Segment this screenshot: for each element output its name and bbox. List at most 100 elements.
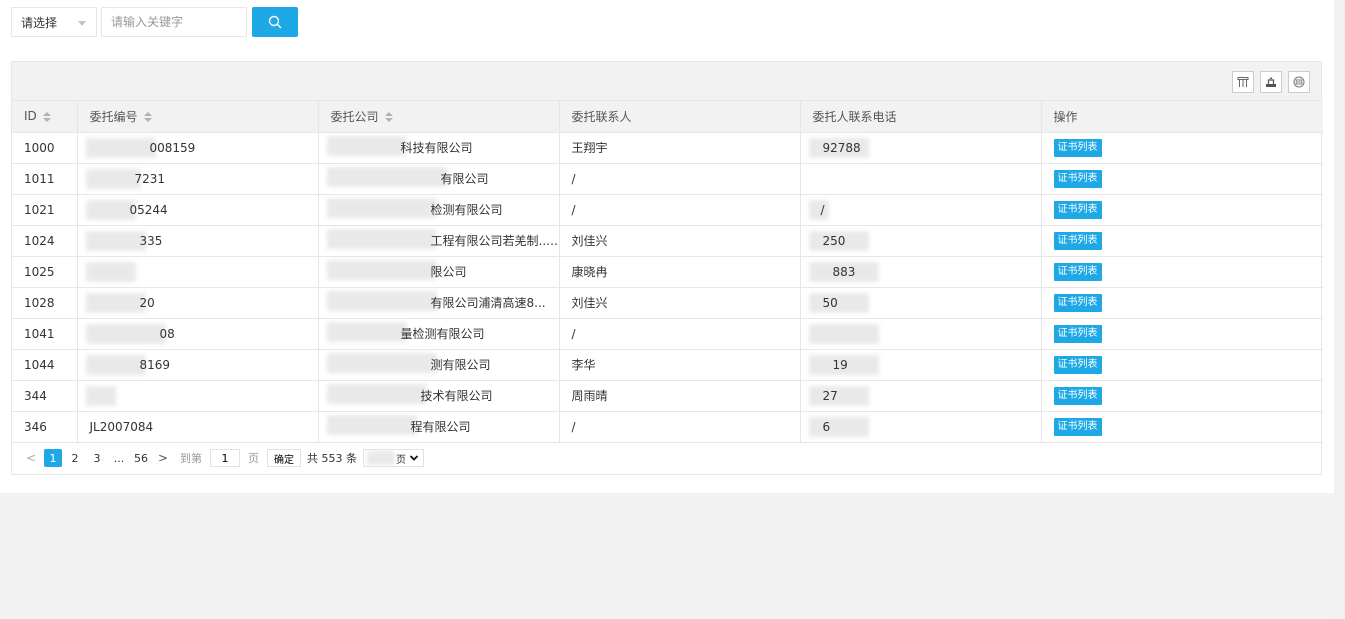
search-icon xyxy=(268,15,282,29)
cell-id-text: 1028 xyxy=(24,295,55,310)
prev-page-button[interactable]: < xyxy=(22,449,40,467)
cert-list-button[interactable]: 证书列表 xyxy=(1053,200,1102,219)
cell-code-text: 05244 xyxy=(129,202,168,217)
cell-id-content: 1025 xyxy=(24,265,55,279)
cert-list-button[interactable]: 证书列表 xyxy=(1053,417,1102,436)
cell-phone-content: 19 xyxy=(808,354,879,375)
cell-action: 证书列表 xyxy=(1041,132,1323,164)
cell-company-text: 有限公司浦清高速8... xyxy=(430,296,546,310)
cert-list-button[interactable]: 证书列表 xyxy=(1053,293,1102,312)
data-table: ID 委托编号 委托公司 委托联系人 委托人联系电话 操作 1000 008159… xyxy=(12,101,1323,443)
cell-id: 1024 xyxy=(12,225,78,257)
column-header-code[interactable]: 委托编号 xyxy=(77,101,319,133)
sort-icon[interactable] xyxy=(143,112,152,123)
cell-phone-text: 50 xyxy=(822,295,838,310)
scrollbar-track[interactable] xyxy=(1334,0,1345,619)
cell-action: 证书列表 xyxy=(1041,380,1323,412)
table-row: 1041 08 量检测有限公司 / 证书列表 xyxy=(12,318,1323,350)
cell-company-text: 程有限公司 xyxy=(410,420,471,434)
cell-contact-text: / xyxy=(571,326,576,341)
table-row: 1021 05244 检测有限公司 / / 证书列表 xyxy=(12,194,1323,226)
cell-contact-text: 李华 xyxy=(571,358,596,372)
next-page-button[interactable]: > xyxy=(154,449,172,467)
cell-id: 1000 xyxy=(12,132,78,164)
cell-contact: 刘佳兴 xyxy=(559,225,801,257)
columns-filter-button[interactable] xyxy=(1232,71,1254,93)
table-row: 1024 335 工程有限公司若羌制... 刘佳兴 250 证书列表 xyxy=(12,225,1323,257)
search-bar: 请选择 xyxy=(11,7,298,37)
cell-code: 08 xyxy=(77,318,319,350)
cell-contact-text: 康晓冉 xyxy=(571,265,608,279)
cert-list-button[interactable]: 证书列表 xyxy=(1053,355,1102,374)
field-select[interactable]: 请选择 xyxy=(11,7,97,37)
cell-contact-content: 王翔宇 xyxy=(572,139,608,156)
cell-code-content: 08 xyxy=(85,323,175,344)
export-button[interactable] xyxy=(1260,71,1282,93)
cell-contact: 康晓冉 xyxy=(559,256,801,288)
cert-list-button[interactable]: 证书列表 xyxy=(1053,138,1102,157)
page-3-button[interactable]: 3 xyxy=(88,449,106,467)
cell-phone-text: 883 xyxy=(832,264,856,279)
cell-action: 证书列表 xyxy=(1041,349,1323,381)
goto-confirm-button[interactable]: 确定 xyxy=(267,449,301,467)
print-button[interactable] xyxy=(1288,71,1310,93)
cert-list-button[interactable]: 证书列表 xyxy=(1053,324,1102,343)
caret-down-icon xyxy=(78,21,86,26)
page-ellipsis: ... xyxy=(113,451,125,465)
cell-id: 1041 xyxy=(12,318,78,350)
cell-contact: 李华 xyxy=(559,349,801,381)
total-count: 共 553 条 xyxy=(307,452,357,465)
cell-company-text: 检测有限公司 xyxy=(430,203,503,217)
cell-id-text: 1024 xyxy=(24,233,55,248)
keyword-input[interactable] xyxy=(101,7,247,37)
cell-company: 有限公司浦清高速8... xyxy=(318,287,560,319)
cell-phone: 19 xyxy=(800,349,1042,381)
cell-company-content: 限公司 xyxy=(326,260,467,280)
page-1-button[interactable]: 1 xyxy=(44,449,62,467)
per-page-select[interactable]: 页 xyxy=(363,449,424,467)
cell-code: 05244 xyxy=(77,194,319,226)
cell-contact: 王翔宇 xyxy=(559,132,801,164)
cell-code-text: 08 xyxy=(159,326,175,341)
page-56-button[interactable]: 56 xyxy=(132,449,150,467)
cell-phone-content: / xyxy=(808,199,829,220)
cell-phone xyxy=(800,318,1042,350)
cell-contact: 周雨晴 xyxy=(559,380,801,412)
data-table-container: ID 委托编号 委托公司 委托联系人 委托人联系电话 操作 1000 008159… xyxy=(11,61,1323,475)
cell-code-content: 05244 xyxy=(85,199,168,220)
cell-id-text: 1044 xyxy=(24,357,55,372)
goto-page-input[interactable] xyxy=(210,449,240,467)
cell-phone-text: 92788 xyxy=(822,140,861,155)
cell-id-content: 1000 xyxy=(24,141,55,155)
cell-action: 证书列表 xyxy=(1041,225,1323,257)
sort-icon[interactable] xyxy=(42,111,51,122)
cell-code-content: 20 xyxy=(85,292,155,313)
cell-id-text: 1041 xyxy=(24,326,55,341)
cell-company: 科技有限公司 xyxy=(318,132,560,164)
cert-list-button[interactable]: 证书列表 xyxy=(1053,231,1102,250)
cell-code-text: 8169 xyxy=(139,357,171,372)
table-row: 1011 7231 有限公司 / 证书列表 xyxy=(12,163,1323,195)
field-select-value: 请选择 xyxy=(21,15,58,30)
cell-id-content: 1044 xyxy=(24,358,55,372)
cert-list-button[interactable]: 证书列表 xyxy=(1053,262,1102,281)
cell-company-content: 程有限公司 xyxy=(326,415,471,435)
pagination: < 1 2 3 ... 56 > 到第 页 确定 共 553 条 页 xyxy=(12,443,1321,474)
cell-company-content: 量检测有限公司 xyxy=(326,322,485,342)
cell-company-text: 科技有限公司 xyxy=(400,141,473,155)
cell-id-text: 1021 xyxy=(24,202,55,217)
search-button[interactable] xyxy=(252,7,298,37)
sort-icon[interactable] xyxy=(384,112,393,123)
cell-id-text: 344 xyxy=(24,388,47,403)
column-header-id[interactable]: ID xyxy=(12,101,78,133)
cert-list-button[interactable]: 证书列表 xyxy=(1053,386,1102,405)
cell-id: 1028 xyxy=(12,287,78,319)
cert-list-button[interactable]: 证书列表 xyxy=(1053,169,1102,188)
column-header-company[interactable]: 委托公司 xyxy=(318,101,560,133)
cell-contact-content: 周雨晴 xyxy=(572,387,608,404)
page-2-button[interactable]: 2 xyxy=(66,449,84,467)
cell-company: 检测有限公司 xyxy=(318,194,560,226)
cell-code: JL2007084 xyxy=(77,411,319,443)
cell-id: 1044 xyxy=(12,349,78,381)
cell-code: 20 xyxy=(77,287,319,319)
